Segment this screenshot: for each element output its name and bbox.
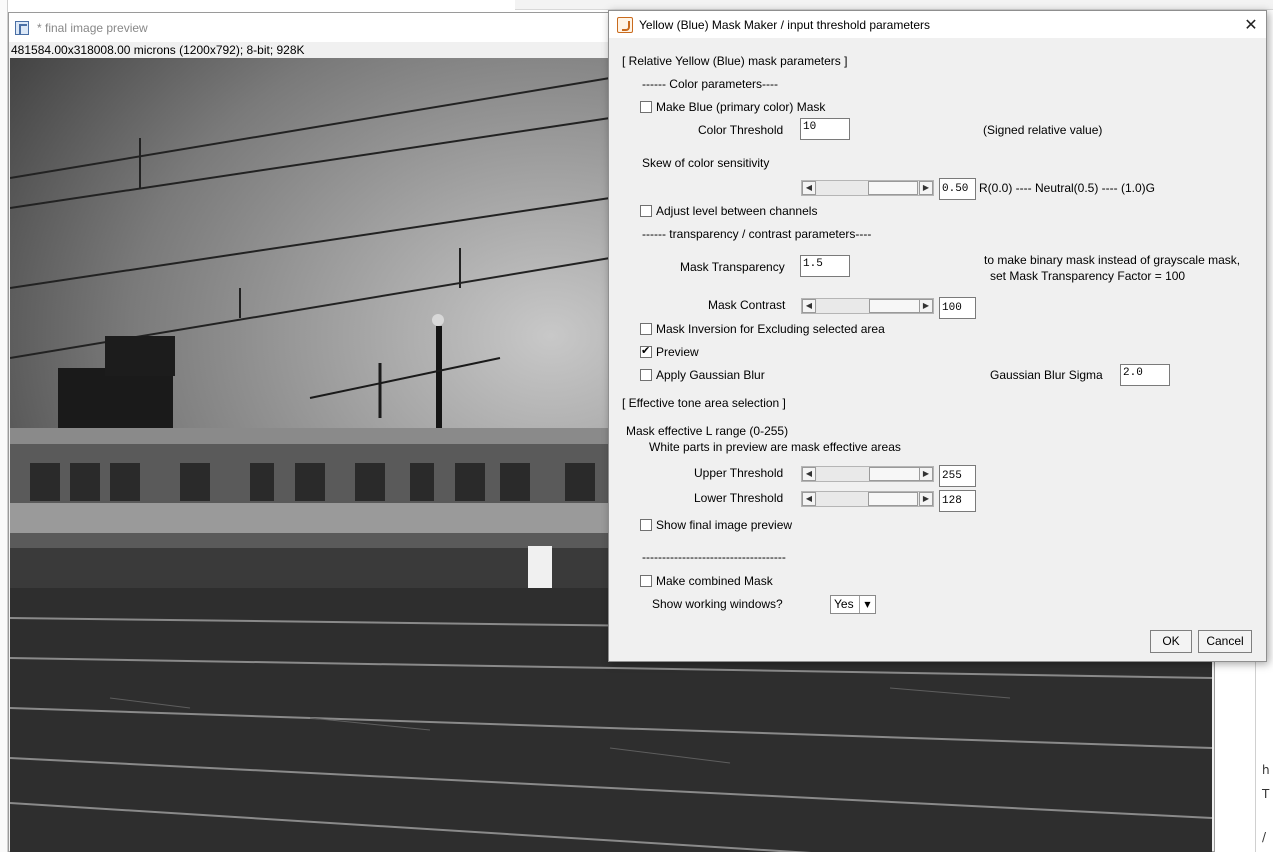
dialog-title: Yellow (Blue) Mask Maker / input thresho… <box>639 17 931 32</box>
color-params-heading: ------ Color parameters---- <box>642 77 778 91</box>
mask-transparency-input[interactable]: 1.5 <box>800 255 850 277</box>
show-working-value: Yes <box>834 597 854 611</box>
color-threshold-hint: (Signed relative value) <box>983 123 1103 137</box>
slider-thumb[interactable] <box>868 492 918 506</box>
color-threshold-input[interactable]: 10 <box>800 118 850 140</box>
java-app-icon <box>617 16 633 33</box>
skew-hint: R(0.0) ---- Neutral(0.5) ---- (1.0)G <box>979 181 1156 195</box>
show-final-label: Show final image preview <box>656 518 793 532</box>
mask-contrast-slider[interactable]: ◀ ▶ <box>801 298 934 314</box>
color-threshold-label: Color Threshold <box>698 123 784 137</box>
upper-threshold-field[interactable]: 255 <box>939 465 976 487</box>
slider-thumb[interactable] <box>869 299 920 313</box>
combined-mask-label: Make combined Mask <box>656 574 773 588</box>
adjust-level-checkbox[interactable] <box>640 205 652 217</box>
image-window-title: * final image preview <box>37 20 148 35</box>
binary-hint-line2: set Mask Transparency Factor = 100 <box>990 269 1186 283</box>
skew-label: Skew of color sensitivity <box>642 156 770 170</box>
background-text-3: / <box>1262 830 1267 844</box>
l-range-label: Mask effective L range (0-255) <box>626 424 789 438</box>
slider-left-arrow-icon[interactable]: ◀ <box>802 492 816 506</box>
binary-hint-line1: to make binary mask instead of grayscale… <box>984 253 1241 267</box>
slider-left-arrow-icon[interactable]: ◀ <box>802 181 816 195</box>
skew-slider[interactable]: ◀ ▶ <box>801 180 934 196</box>
show-working-select[interactable]: Yes ▼ <box>830 595 876 614</box>
background-text-2: T <box>1262 787 1270 801</box>
make-blue-checkbox[interactable] <box>640 101 652 113</box>
mask-contrast-label: Mask Contrast <box>708 298 786 312</box>
mask-inversion-label: Mask Inversion for Excluding selected ar… <box>656 322 885 336</box>
upper-threshold-slider[interactable]: ◀ ▶ <box>801 466 934 482</box>
background-window-header <box>515 0 1273 10</box>
slider-right-arrow-icon[interactable]: ▶ <box>919 299 933 313</box>
skew-value-field[interactable]: 0.50 <box>939 178 976 200</box>
show-final-checkbox[interactable] <box>640 519 652 531</box>
transparency-heading: ------ transparency / contrast parameter… <box>642 227 872 241</box>
gaussian-sigma-label: Gaussian Blur Sigma <box>990 368 1103 382</box>
make-blue-label: Make Blue (primary color) Mask <box>656 100 826 114</box>
gaussian-sigma-input[interactable]: 2.0 <box>1120 364 1170 386</box>
slider-left-arrow-icon[interactable]: ◀ <box>802 299 816 313</box>
separator-line: ------------------------------------ <box>642 550 786 564</box>
cancel-button[interactable]: Cancel <box>1198 630 1252 653</box>
mask-maker-dialog: Yellow (Blue) Mask Maker / input thresho… <box>608 10 1267 662</box>
slider-right-arrow-icon[interactable]: ▶ <box>919 467 933 481</box>
slider-right-arrow-icon[interactable]: ▶ <box>919 492 933 506</box>
slider-thumb[interactable] <box>869 467 920 481</box>
slider-thumb[interactable] <box>868 181 918 195</box>
white-parts-note: White parts in preview are mask effectiv… <box>649 440 901 454</box>
gaussian-blur-label: Apply Gaussian Blur <box>656 368 765 382</box>
gaussian-blur-checkbox[interactable] <box>640 369 652 381</box>
dialog-titlebar[interactable]: Yellow (Blue) Mask Maker / input thresho… <box>609 11 1266 38</box>
chevron-down-icon[interactable]: ▼ <box>859 596 875 613</box>
section-relative-heading: [ Relative Yellow (Blue) mask parameters… <box>622 54 848 68</box>
combined-mask-checkbox[interactable] <box>640 575 652 587</box>
mask-inversion-checkbox[interactable] <box>640 323 652 335</box>
lower-threshold-slider[interactable]: ◀ ▶ <box>801 491 934 507</box>
slider-left-arrow-icon[interactable]: ◀ <box>802 467 816 481</box>
preview-label: Preview <box>656 345 699 359</box>
background-text-1: h <box>1262 763 1270 777</box>
lower-threshold-field[interactable]: 128 <box>939 490 976 512</box>
slider-right-arrow-icon[interactable]: ▶ <box>919 181 933 195</box>
section-tone-heading: [ Effective tone area selection ] <box>622 396 786 410</box>
upper-threshold-label: Upper Threshold <box>694 466 784 480</box>
adjust-level-label: Adjust level between channels <box>656 204 818 218</box>
close-icon[interactable]: ✕ <box>1236 11 1266 38</box>
imagej-app-icon <box>15 20 29 35</box>
ok-button[interactable]: OK <box>1150 630 1192 653</box>
show-working-label: Show working windows? <box>652 597 783 611</box>
mask-contrast-field[interactable]: 100 <box>939 297 976 319</box>
preview-checkbox[interactable] <box>640 344 652 358</box>
lower-threshold-label: Lower Threshold <box>694 491 784 505</box>
mask-transparency-label: Mask Transparency <box>680 260 785 274</box>
background-left-window <box>0 0 8 852</box>
